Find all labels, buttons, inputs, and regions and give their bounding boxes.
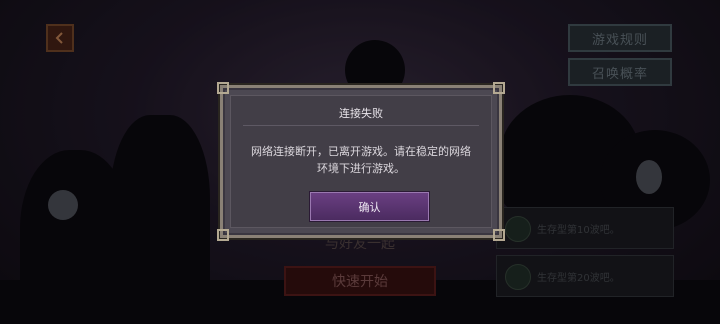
dialog-corner-ornament bbox=[493, 229, 505, 241]
confirm-button[interactable]: 确认 bbox=[310, 192, 429, 221]
dialog-corner-ornament bbox=[217, 229, 229, 241]
dialog-corner-ornament bbox=[493, 82, 505, 94]
dialog-corner-ornament bbox=[217, 82, 229, 94]
dialog-title: 连接失败 bbox=[339, 107, 383, 120]
connection-failed-dialog: 连接失败 网络连接断开，已离开游戏。请在稳定的网络环境下进行游戏。 确认 bbox=[217, 82, 505, 241]
dialog-divider bbox=[243, 125, 479, 126]
dialog-message: 网络连接断开，已离开游戏。请在稳定的网络环境下进行游戏。 bbox=[251, 145, 471, 175]
dialog-body: 连接失败 网络连接断开，已离开游戏。请在稳定的网络环境下进行游戏。 确认 bbox=[230, 95, 492, 228]
